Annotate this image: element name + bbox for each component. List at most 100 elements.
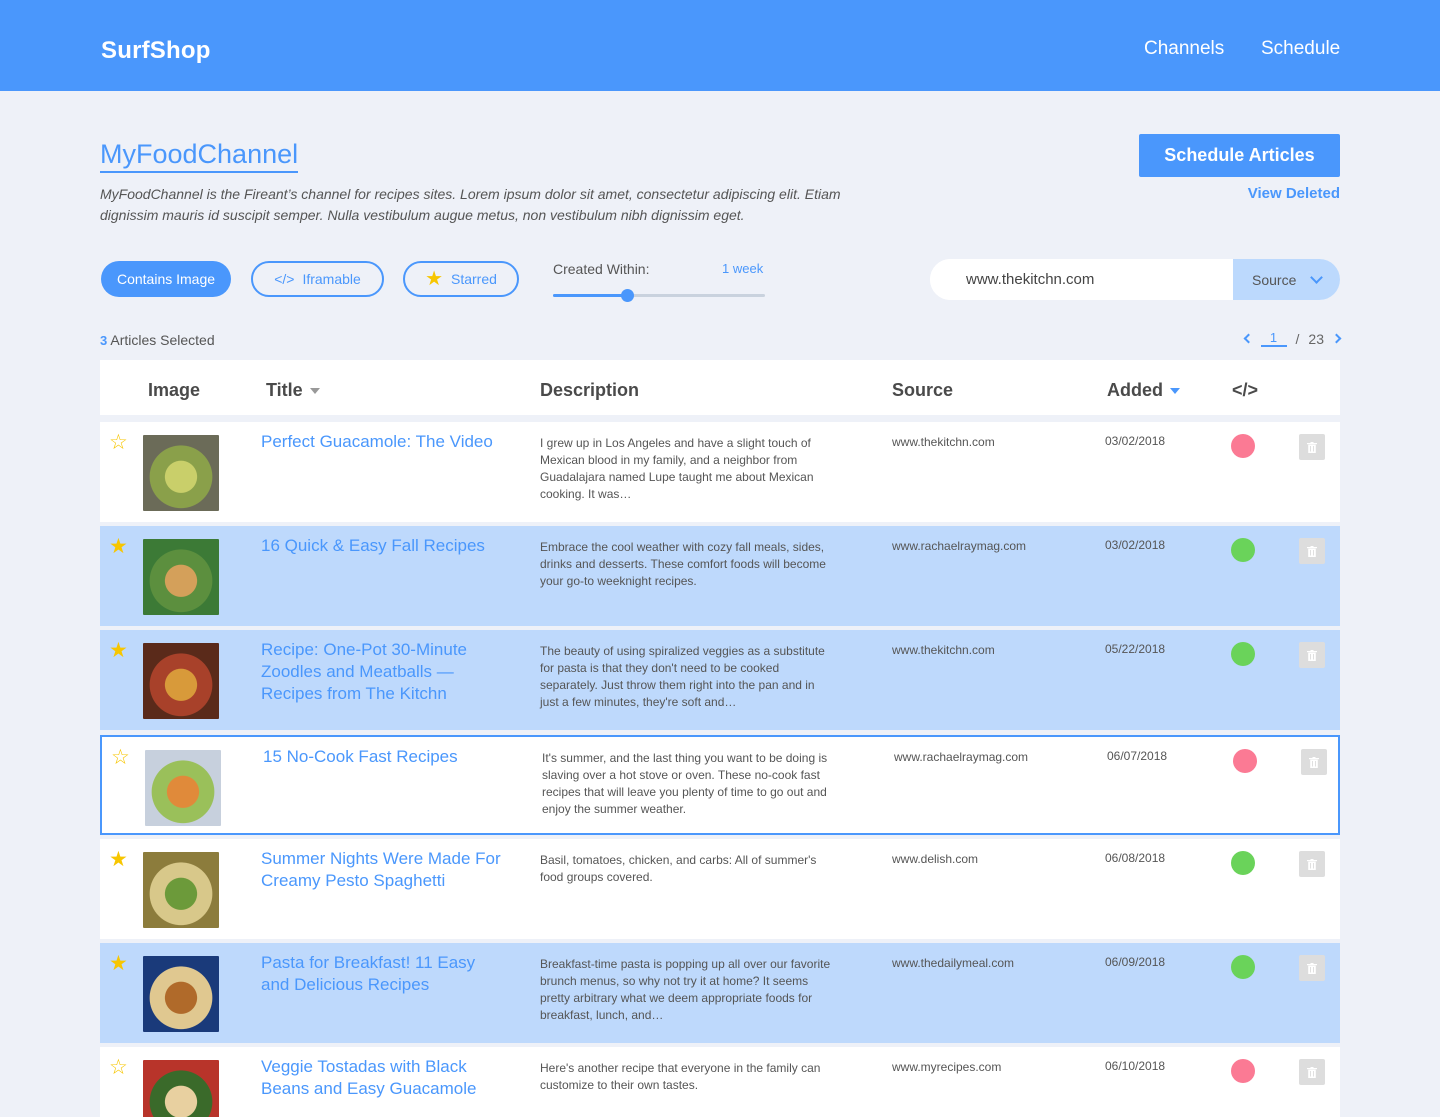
- iframe-status-indicator[interactable]: [1231, 851, 1255, 875]
- column-title[interactable]: Title: [266, 380, 320, 401]
- view-deleted-link[interactable]: View Deleted: [1248, 185, 1340, 202]
- sort-desc-icon: [1170, 387, 1180, 394]
- starred-filter[interactable]: ★ Starred: [403, 261, 519, 297]
- column-image: Image: [148, 380, 201, 400]
- article-added-date: 05/22/2018: [1105, 642, 1166, 656]
- trash-icon: [1307, 858, 1317, 870]
- article-source: www.thedailymeal.com: [892, 956, 1015, 970]
- schedule-articles-button[interactable]: Schedule Articles: [1139, 134, 1340, 177]
- iframe-status-indicator[interactable]: [1231, 538, 1255, 562]
- channel-description: MyFoodChannel is the Fireant’s channel f…: [100, 186, 841, 223]
- article-description: It's summer, and the last thing you want…: [542, 751, 828, 816]
- table-header: Image Title Description Source Added </>: [100, 360, 1340, 415]
- table-row[interactable]: ☆ Perfect Guacamole: The Video I grew up i…: [100, 422, 1340, 522]
- star-filled-icon[interactable]: ★: [109, 536, 128, 557]
- article-source: www.thekitchn.com: [892, 435, 995, 449]
- article-title-link[interactable]: Recipe: One-Pot 30-Minute Zoodles and Me…: [261, 639, 501, 705]
- star-outline-icon[interactable]: ☆: [111, 747, 130, 768]
- selected-label: Articles Selected: [107, 332, 215, 348]
- chevron-left-icon[interactable]: [1243, 333, 1253, 344]
- delete-button[interactable]: [1299, 1059, 1325, 1085]
- article-title-link[interactable]: Summer Nights Were Made For Creamy Pesto…: [261, 848, 501, 892]
- created-within-slider[interactable]: [553, 289, 765, 302]
- delete-button[interactable]: [1299, 538, 1325, 564]
- slider-handle[interactable]: [621, 289, 635, 302]
- star-icon: ★: [425, 268, 443, 290]
- trash-icon: [1307, 1066, 1317, 1078]
- column-description: Description: [540, 380, 640, 400]
- nav-schedule-link[interactable]: Schedule: [1261, 38, 1340, 60]
- star-filled-icon[interactable]: ★: [109, 640, 128, 661]
- table-row[interactable]: ☆ 15 No-Cook Fast Recipes It's summer, and…: [100, 735, 1340, 835]
- column-iframe[interactable]: </>: [1232, 380, 1258, 401]
- iframe-status-indicator[interactable]: [1231, 642, 1255, 666]
- table-row[interactable]: ★ 16 Quick & Easy Fall Recipes Embrace the…: [100, 526, 1340, 626]
- article-source: www.thekitchn.com: [892, 643, 995, 657]
- article-source: www.myrecipes.com: [892, 1060, 1002, 1074]
- article-title-link[interactable]: Perfect Guacamole: The Video: [261, 431, 501, 453]
- trash-icon: [1307, 545, 1317, 557]
- article-thumbnail: [143, 852, 219, 928]
- iframe-status-indicator[interactable]: [1233, 749, 1257, 773]
- article-description: I grew up in Los Angeles and have a slig…: [540, 436, 814, 501]
- delete-button[interactable]: [1299, 851, 1325, 877]
- article-source: www.rachaelraymag.com: [894, 750, 1029, 764]
- column-added[interactable]: Added: [1107, 380, 1180, 401]
- article-description: Basil, tomatoes, chicken, and carbs: All…: [540, 853, 817, 884]
- article-description: Breakfast-time pasta is popping up all o…: [540, 957, 831, 1022]
- pagination: / 23: [1243, 330, 1342, 347]
- contains-image-filter[interactable]: Contains Image: [101, 261, 231, 297]
- page-number-input[interactable]: [1260, 330, 1287, 347]
- contains-image-label: Contains Image: [116, 271, 216, 287]
- article-title-link[interactable]: Veggie Tostadas with Black Beans and Eas…: [261, 1056, 501, 1100]
- delete-button[interactable]: [1301, 749, 1327, 775]
- article-source: www.delish.com: [892, 852, 979, 866]
- article-thumbnail: [143, 956, 219, 1032]
- article-title-link[interactable]: 15 No-Cook Fast Recipes: [263, 746, 503, 768]
- trash-icon: [1307, 649, 1317, 661]
- article-thumbnail: [143, 643, 219, 719]
- iframe-status-indicator[interactable]: [1231, 1059, 1255, 1083]
- code-icon: </>: [274, 271, 295, 287]
- source-input[interactable]: [930, 259, 1233, 300]
- page-separator: /: [1295, 330, 1300, 347]
- iframable-filter[interactable]: </> Iframable: [251, 261, 384, 297]
- article-thumbnail: [145, 750, 221, 826]
- delete-button[interactable]: [1299, 642, 1325, 668]
- page-total: 23: [1308, 330, 1324, 347]
- article-title-link[interactable]: Pasta for Breakfast! 11 Easy and Delicio…: [261, 952, 501, 996]
- source-search: Source: [930, 259, 1340, 300]
- trash-icon: [1309, 756, 1319, 768]
- article-title-link[interactable]: 16 Quick & Easy Fall Recipes: [261, 535, 501, 557]
- table-row[interactable]: ☆ Veggie Tostadas with Black Beans and Ea…: [100, 1047, 1340, 1117]
- nav-channels-link[interactable]: Channels: [1144, 38, 1224, 60]
- iframe-status-indicator[interactable]: [1231, 955, 1255, 979]
- table-row[interactable]: ★ Recipe: One-Pot 30-Minute Zoodles and M…: [100, 630, 1340, 730]
- sort-caret-icon: [309, 387, 320, 394]
- article-thumbnail: [143, 539, 219, 615]
- created-within-label: Created Within:: [553, 261, 650, 277]
- star-filled-icon[interactable]: ★: [109, 953, 128, 974]
- starred-label: Starred: [451, 271, 497, 287]
- delete-button[interactable]: [1299, 955, 1325, 981]
- brand-logo[interactable]: SurfShop: [101, 37, 211, 65]
- star-outline-icon[interactable]: ☆: [109, 1057, 128, 1078]
- chevron-right-icon[interactable]: [1331, 333, 1342, 344]
- trash-icon: [1307, 962, 1317, 974]
- article-description: Here's another recipe that everyone in t…: [540, 1061, 821, 1092]
- table-row[interactable]: ★ Pasta for Breakfast! 11 Easy and Delici…: [100, 943, 1340, 1043]
- delete-button[interactable]: [1299, 434, 1325, 460]
- article-added-date: 03/02/2018: [1105, 434, 1166, 448]
- trash-icon: [1307, 441, 1317, 453]
- table-row[interactable]: ★ Summer Nights Were Made For Creamy Pest…: [100, 839, 1340, 939]
- source-dropdown[interactable]: Source: [1233, 259, 1340, 300]
- article-added-date: 06/07/2018: [1107, 749, 1168, 763]
- column-source[interactable]: Source: [892, 380, 953, 401]
- star-filled-icon[interactable]: ★: [109, 849, 128, 870]
- article-added-date: 06/09/2018: [1105, 955, 1166, 969]
- article-thumbnail: [143, 435, 219, 511]
- star-outline-icon[interactable]: ☆: [109, 432, 128, 453]
- article-added-date: 03/02/2018: [1105, 538, 1166, 552]
- channel-title[interactable]: MyFoodChannel: [100, 138, 299, 173]
- iframe-status-indicator[interactable]: [1231, 434, 1255, 458]
